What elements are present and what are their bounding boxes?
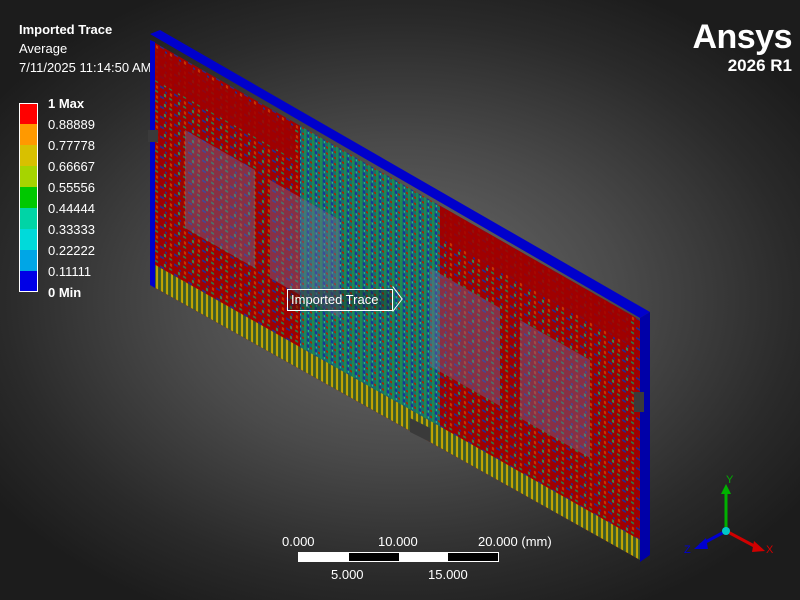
probe-callout[interactable]: Imported Trace (287, 289, 394, 311)
scale-label-5: 5.000 (331, 567, 364, 582)
scale-label-15: 15.000 (428, 567, 468, 582)
probe-callout-label: Imported Trace (291, 292, 379, 307)
board-left-edge (150, 40, 155, 288)
axis-triad[interactable]: Y X Z (680, 470, 790, 560)
axis-z-label: Z (684, 544, 691, 556)
board-right-edge (640, 312, 650, 562)
scale-bar-segments (298, 552, 499, 562)
scale-label-20: 20.000 (mm) (478, 534, 552, 549)
scale-label-10: 10.000 (378, 534, 418, 549)
scale-bar: 0.000 10.000 20.000 (mm) 5.000 15.000 (282, 534, 552, 584)
axis-y-label: Y (726, 474, 734, 486)
scale-label-0: 0.000 (282, 534, 315, 549)
axis-x-label: X (766, 544, 774, 556)
